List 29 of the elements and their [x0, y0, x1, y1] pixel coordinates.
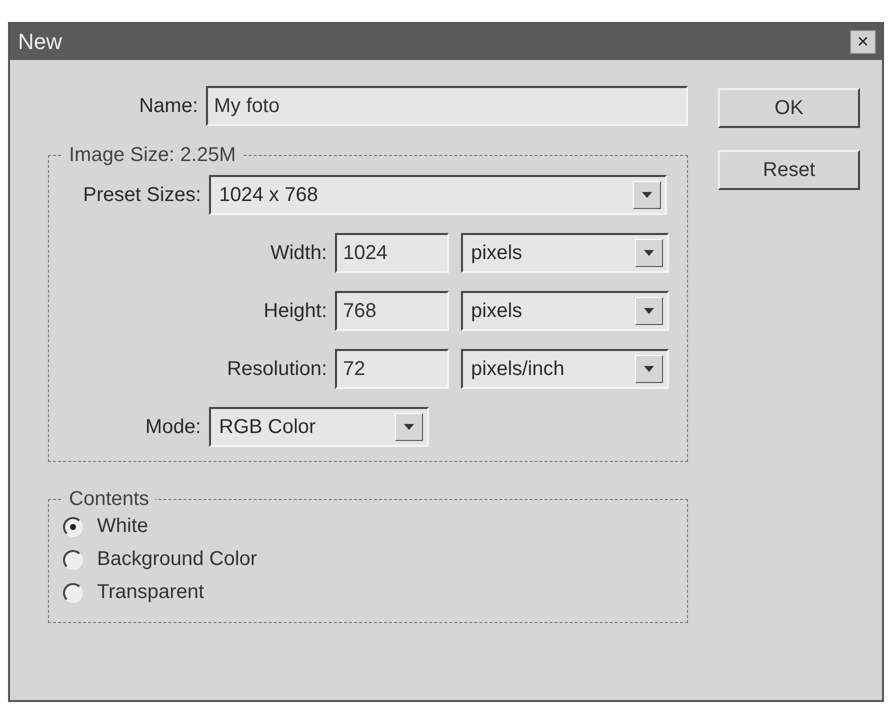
field-label: Resolution: [226, 358, 327, 380]
radio-option[interactable]: Transparent [63, 581, 671, 604]
dialog-button[interactable]: OK [718, 88, 860, 128]
window-title: New [18, 29, 62, 55]
caret-icon [644, 366, 654, 372]
caret-icon [404, 424, 414, 430]
unit-dropdown[interactable]: pixels/inch [461, 349, 669, 389]
value-field[interactable]: 72 [335, 349, 449, 389]
close-button[interactable]: × [850, 30, 876, 54]
value-field[interactable]: 768 [335, 291, 449, 331]
radio-option[interactable]: Background Color [63, 548, 671, 571]
field-label: Preset Sizes: [82, 184, 201, 206]
preset-dropdown[interactable]: 1024 x 768 [209, 175, 667, 215]
group-legend: Contents [63, 488, 156, 511]
dialog-button[interactable]: Reset [718, 150, 860, 190]
field-label: Name: [138, 94, 198, 118]
unit-dropdown[interactable]: pixels [461, 233, 669, 273]
radio-option[interactable]: White [63, 515, 671, 538]
field-label: Width: [269, 242, 327, 264]
group-legend: Image Size: 2.25M [63, 144, 242, 167]
caret-icon [642, 192, 652, 198]
caret-icon [644, 250, 654, 256]
field-label: Height: [262, 300, 327, 322]
field-label: Mode: [144, 416, 201, 438]
mode-dropdown[interactable]: RGB Color [209, 407, 429, 447]
caret-icon [644, 308, 654, 314]
value-field[interactable]: 1024 [335, 233, 449, 273]
unit-dropdown[interactable]: pixels [461, 291, 669, 331]
name-field[interactable]: My foto [206, 86, 688, 126]
